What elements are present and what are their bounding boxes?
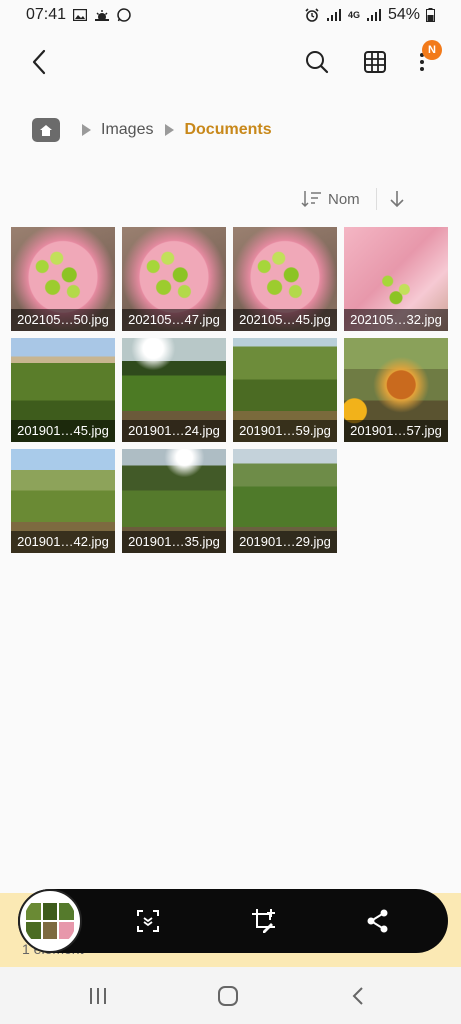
sort-divider (375, 188, 377, 210)
sort-icon[interactable] (300, 190, 322, 208)
status-left: 07:41 (26, 6, 132, 24)
breadcrumb: Images Documents (32, 114, 272, 146)
whatsapp-icon (116, 8, 132, 22)
crumb-documents[interactable]: Documents (184, 121, 271, 139)
file-tile[interactable]: 202105…50.jpg (11, 227, 115, 331)
crop-edit-button[interactable] (244, 901, 284, 941)
screenshot-preview[interactable] (18, 889, 82, 953)
search-button[interactable] (300, 44, 334, 80)
status-right: 4G 54% (304, 6, 435, 24)
network-type: 4G (347, 10, 360, 20)
grid-icon (364, 51, 386, 73)
home-icon (40, 124, 52, 136)
share-button[interactable] (358, 901, 398, 941)
alarm-icon (304, 8, 320, 22)
file-name: 201901…57.jpg (344, 420, 448, 442)
file-tile[interactable]: 202105…47.jpg (122, 227, 226, 331)
file-tile[interactable]: 201901…45.jpg (11, 338, 115, 442)
system-nav-bar (0, 967, 461, 1024)
file-name: 201901…59.jpg (233, 420, 337, 442)
floating-action-bar (18, 889, 448, 953)
back-nav-button[interactable] (338, 981, 378, 1011)
file-name: 202105…50.jpg (11, 309, 115, 331)
back-button[interactable] (22, 44, 56, 80)
battery-icon (426, 8, 435, 22)
crumb-arrow-icon (82, 124, 91, 136)
file-name: 201901…35.jpg (122, 531, 226, 553)
search-icon (306, 51, 329, 74)
recent-apps-button[interactable] (78, 981, 118, 1011)
file-name: 202105…45.jpg (233, 309, 337, 331)
status-bar: 07:41 4G 54% (0, 0, 461, 30)
file-name: 201901…45.jpg (11, 420, 115, 442)
battery-percent: 54% (387, 6, 420, 23)
preview-image (24, 895, 76, 947)
file-name: 202105…47.jpg (122, 309, 226, 331)
signal-icon (326, 8, 342, 22)
share-icon (367, 909, 388, 933)
view-grid-button[interactable] (358, 44, 392, 80)
recent-apps-icon (90, 988, 106, 1004)
file-name: 202105…32.jpg (344, 309, 448, 331)
file-name: 201901…29.jpg (233, 531, 337, 553)
home-nav-icon (218, 986, 238, 1006)
gallery-icon (72, 8, 88, 22)
file-name: 201901…42.jpg (11, 531, 115, 553)
scroll-capture-icon (137, 910, 159, 932)
file-tile[interactable]: 201901…35.jpg (122, 449, 226, 553)
file-grid: 202105…50.jpg 202105…47.jpg 202105…45.jp… (11, 227, 450, 553)
weather-icon (94, 8, 110, 22)
file-tile[interactable]: 202105…45.jpg (233, 227, 337, 331)
sort-direction-icon[interactable] (389, 190, 405, 208)
file-tile[interactable]: 201901…29.jpg (233, 449, 337, 553)
file-name: 201901…24.jpg (122, 420, 226, 442)
file-tile[interactable]: 201901…42.jpg (11, 449, 115, 553)
sort-label[interactable]: Nom (328, 191, 360, 208)
back-nav-icon (352, 987, 363, 1005)
status-time: 07:41 (26, 6, 67, 23)
crop-edit-icon (252, 909, 275, 933)
file-tile[interactable]: 201901…59.jpg (233, 338, 337, 442)
notification-badge: N (422, 40, 442, 60)
crumb-arrow-icon (165, 124, 175, 136)
file-tile[interactable]: 201901…57.jpg (344, 338, 448, 442)
file-tile[interactable]: 202105…32.jpg (344, 227, 448, 331)
home-crumb[interactable] (32, 118, 60, 142)
app-bar: N (0, 38, 461, 88)
scroll-capture-button[interactable] (128, 901, 168, 941)
sort-bar: Nom (300, 184, 405, 214)
file-tile[interactable]: 201901…24.jpg (122, 338, 226, 442)
crumb-images[interactable]: Images (101, 121, 153, 139)
home-button[interactable] (208, 981, 248, 1011)
signal-icon-2 (366, 8, 382, 22)
back-arrow-icon (32, 49, 46, 75)
